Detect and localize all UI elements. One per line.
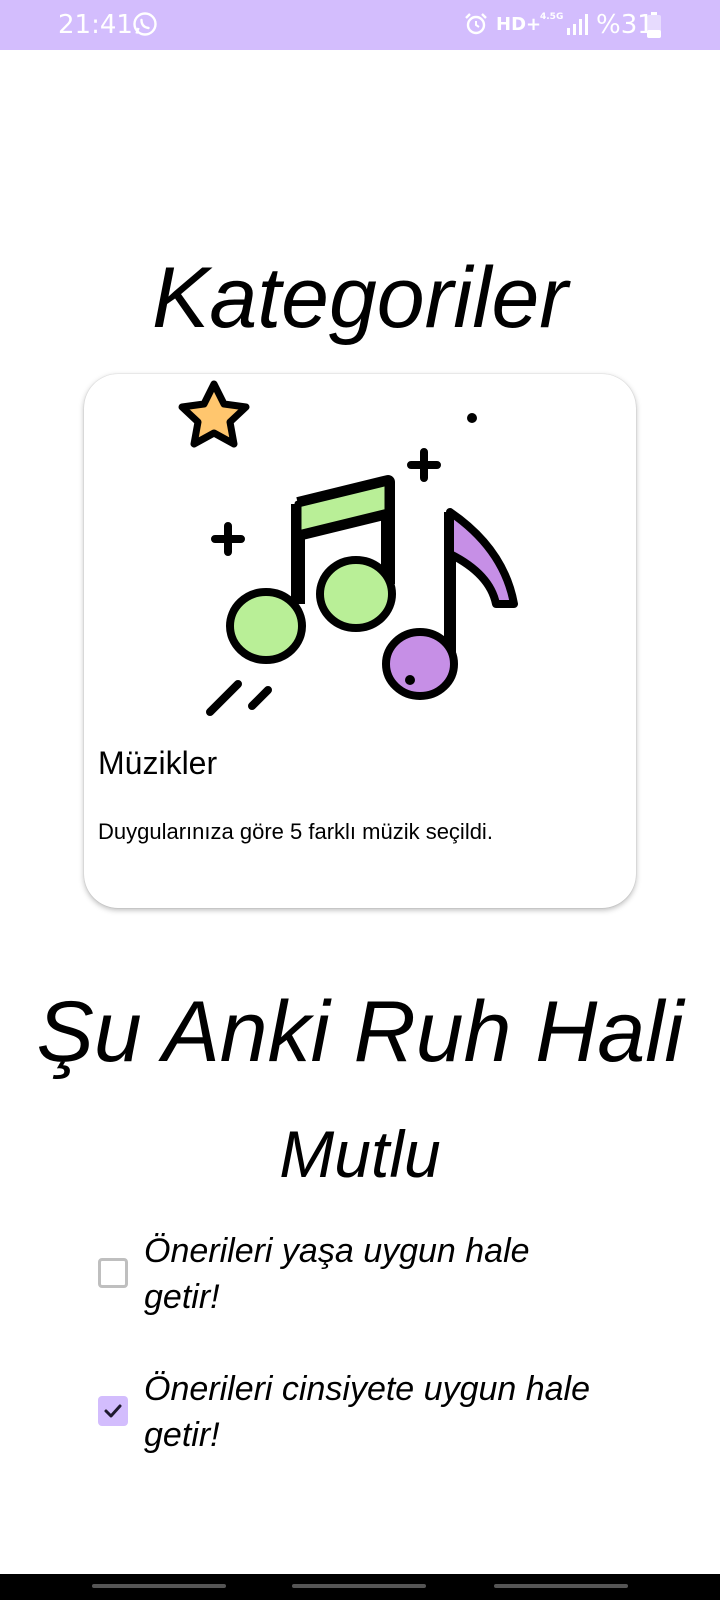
page-title: Kategoriler <box>152 250 568 346</box>
age-filter-checkbox[interactable] <box>98 1258 128 1288</box>
nav-home-button[interactable] <box>292 1584 426 1588</box>
age-filter-label: Önerileri yaşa uygun hale getir! <box>144 1232 530 1316</box>
mood-heading: Şu Anki Ruh Hali <box>36 984 684 1080</box>
nav-recents-button[interactable] <box>92 1584 226 1588</box>
mood-value: Mutlu <box>279 1117 441 1191</box>
whatsapp-icon <box>133 12 157 36</box>
gender-filter-label: Önerileri cinsiyete uygun hale getir! <box>144 1370 591 1454</box>
nav-back-button[interactable] <box>494 1584 628 1588</box>
music-notes-icon <box>178 380 518 716</box>
card-title: Müzikler <box>98 745 218 781</box>
signal-icon <box>567 14 588 35</box>
category-card-music[interactable]: Müzikler Duygularınıza göre 5 farklı müz… <box>84 374 636 908</box>
navigation-bar <box>0 1574 720 1600</box>
status-bar: 21:41 HD+ 4.5G %31 <box>0 0 720 50</box>
battery-icon <box>647 12 661 38</box>
card-description: Duygularınıza göre 5 farklı müzik seçild… <box>98 819 493 844</box>
battery-text: %31 <box>596 10 654 40</box>
checkmark-icon <box>104 1404 122 1418</box>
gender-filter-checkbox[interactable] <box>98 1396 128 1426</box>
status-time: 21:41 <box>58 10 133 40</box>
network-sub: 4.5G <box>540 12 564 22</box>
network-type: HD+ <box>496 14 542 35</box>
alarm-icon <box>465 13 487 35</box>
